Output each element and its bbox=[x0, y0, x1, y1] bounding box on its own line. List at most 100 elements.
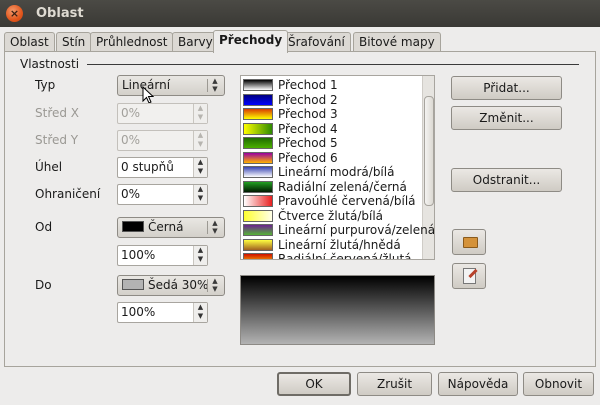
spin-arrows-icon[interactable]: ▲ ▼ bbox=[193, 303, 207, 322]
spin-arrows-icon[interactable]: ▲ ▼ bbox=[193, 185, 207, 204]
title-bar: × Oblast bbox=[0, 0, 600, 27]
gradient-name: Přechod 6 bbox=[278, 150, 338, 165]
od-color-name: Černá bbox=[148, 220, 184, 234]
spin-arrows-icon[interactable]: ▲ ▼ bbox=[193, 131, 207, 150]
gradient-list-item[interactable]: Přechod 4 bbox=[243, 122, 338, 137]
gradient-list-item[interactable]: Pravoúhlé červená/bílá bbox=[243, 194, 416, 209]
gradient-name: Lineární žlutá/hnědá bbox=[278, 237, 401, 252]
close-icon[interactable]: × bbox=[6, 5, 23, 22]
spin-arrows-icon[interactable]: ▲ ▼ bbox=[193, 158, 207, 177]
do-intensity-field[interactable]: 100% ▲ ▼ bbox=[117, 302, 208, 323]
group-title: Vlastnosti bbox=[20, 57, 80, 71]
gradient-swatch bbox=[243, 253, 273, 259]
add-button[interactable]: Přidat... bbox=[451, 76, 562, 100]
scrollbar-thumb[interactable] bbox=[424, 96, 434, 206]
gradient-list[interactable]: Přechod 1 Přechod 2 Přechod 3 Přechod 4 Přec… bbox=[240, 75, 435, 260]
gradient-list-item[interactable]: Čtverce žlutá/bílá bbox=[243, 209, 383, 224]
gradient-name: Přechod 3 bbox=[278, 107, 338, 121]
gradient-name: Čtverce žlutá/bílá bbox=[278, 208, 384, 223]
stred-y-label: Střed Y bbox=[35, 133, 79, 147]
do-color-select[interactable]: Šedá 30% ▲ ▼ bbox=[117, 275, 225, 296]
od-color-select[interactable]: Černá ▲ ▼ bbox=[117, 217, 225, 238]
gradient-swatch bbox=[243, 209, 273, 222]
remove-button[interactable]: Odstranit... bbox=[451, 168, 562, 192]
stred-y-value: 0% bbox=[121, 133, 141, 147]
updown-arrows-icon: ▲ ▼ bbox=[212, 77, 218, 93]
tab-barvy[interactable]: Barvy bbox=[172, 32, 219, 52]
gradient-name: Přechod 1 bbox=[278, 78, 338, 92]
typ-label: Typ bbox=[35, 78, 56, 92]
spin-arrows-icon[interactable]: ▲ ▼ bbox=[193, 104, 207, 123]
gradient-list-item[interactable]: Lineární modrá/bílá bbox=[243, 165, 394, 180]
uhel-field[interactable]: 0 stupňů ▲ ▼ bbox=[117, 157, 208, 178]
combo-separator bbox=[207, 279, 208, 292]
ok-button[interactable]: OK bbox=[277, 372, 351, 396]
stred-x-value: 0% bbox=[121, 106, 141, 120]
tab-bitove-mapy[interactable]: Bitové mapy bbox=[353, 32, 441, 52]
uhel-value: 0 stupňů bbox=[121, 160, 174, 174]
gradient-name: Lineární purpurová/zelená bbox=[278, 223, 435, 237]
gradient-list-item[interactable]: Radiální zelená/černá bbox=[243, 180, 407, 195]
gradient-swatch bbox=[243, 180, 273, 193]
do-label: Do bbox=[35, 278, 52, 292]
combo-separator bbox=[207, 79, 208, 92]
gradient-list-item[interactable]: Přechod 6 bbox=[243, 151, 338, 166]
stred-y-field[interactable]: 0% ▲ ▼ bbox=[117, 130, 208, 151]
gradient-swatch bbox=[243, 151, 273, 164]
do-color-name: Šedá 30% bbox=[148, 278, 209, 292]
mouse-cursor-icon bbox=[142, 86, 154, 104]
tab-stin[interactable]: Stín bbox=[56, 32, 92, 52]
group-divider bbox=[87, 64, 579, 65]
od-label: Od bbox=[35, 220, 53, 234]
ohraniceni-label: Ohraničení bbox=[35, 187, 101, 201]
gradient-swatch bbox=[243, 93, 273, 106]
ohraniceni-field[interactable]: 0% ▲ ▼ bbox=[117, 184, 208, 205]
od-intensity-field[interactable]: 100% ▲ ▼ bbox=[117, 245, 208, 266]
reset-button[interactable]: Obnovit bbox=[523, 372, 594, 396]
gradient-name: Přechod 4 bbox=[278, 121, 338, 136]
gradient-swatch bbox=[243, 224, 273, 236]
combo-separator bbox=[207, 221, 208, 234]
gradient-swatch bbox=[243, 137, 273, 149]
open-list-button[interactable] bbox=[452, 229, 486, 255]
change-button[interactable]: Změnit... bbox=[451, 106, 562, 130]
gradient-swatch bbox=[243, 195, 273, 207]
typ-select[interactable]: Lineární ▲ ▼ bbox=[117, 75, 225, 96]
gradient-name: Pravoúhlé červená/bílá bbox=[278, 194, 416, 208]
gradient-list-item[interactable]: Lineární purpurová/zelená bbox=[243, 223, 435, 238]
gradient-swatch bbox=[243, 166, 273, 178]
gradient-swatch bbox=[243, 122, 273, 135]
gradient-list-item[interactable]: Přechod 3 bbox=[243, 107, 338, 122]
tab-pruhlednost[interactable]: Průhlednost bbox=[90, 32, 174, 52]
do-color-swatch bbox=[122, 279, 144, 290]
tab-oblast[interactable]: Oblast bbox=[4, 32, 55, 52]
od-color-swatch bbox=[122, 221, 144, 232]
stred-x-label: Střed X bbox=[35, 106, 80, 120]
cancel-button[interactable]: Zrušit bbox=[357, 372, 432, 396]
gradient-preview bbox=[240, 275, 435, 345]
gradient-list-item[interactable]: Přechod 5 bbox=[243, 136, 338, 151]
spin-arrows-icon[interactable]: ▲ ▼ bbox=[193, 246, 207, 265]
gradient-name: Lineární modrá/bílá bbox=[278, 165, 395, 179]
od-intensity-value: 100% bbox=[121, 248, 156, 262]
gradient-name: Radiální zelená/černá bbox=[278, 179, 407, 194]
folder-open-icon bbox=[463, 237, 478, 248]
do-intensity-value: 100% bbox=[121, 305, 156, 319]
help-button[interactable]: Nápověda bbox=[438, 372, 518, 396]
uhel-label: Úhel bbox=[35, 160, 63, 174]
gradient-swatch bbox=[243, 108, 273, 120]
gradient-swatch bbox=[243, 79, 273, 91]
tab-prechody[interactable]: Přechody bbox=[213, 30, 289, 53]
ohraniceni-value: 0% bbox=[121, 187, 141, 201]
gradient-name: Radiální červená/žlutá bbox=[278, 252, 412, 260]
gradient-swatch bbox=[243, 238, 273, 251]
gradient-list-item[interactable]: Přechod 1 bbox=[243, 78, 338, 93]
gradient-list-item[interactable]: Lineární žlutá/hnědá bbox=[243, 238, 401, 253]
gradient-list-item[interactable]: Přechod 2 bbox=[243, 93, 338, 108]
stred-x-field[interactable]: 0% ▲ ▼ bbox=[117, 103, 208, 124]
gradient-list-item[interactable]: Radiální červená/žlutá bbox=[243, 252, 412, 260]
save-list-button[interactable] bbox=[452, 263, 486, 289]
tab-srafovani[interactable]: Šrafování bbox=[282, 32, 351, 52]
window-title: Oblast bbox=[36, 6, 84, 21]
gradient-name: Přechod 5 bbox=[278, 136, 338, 150]
